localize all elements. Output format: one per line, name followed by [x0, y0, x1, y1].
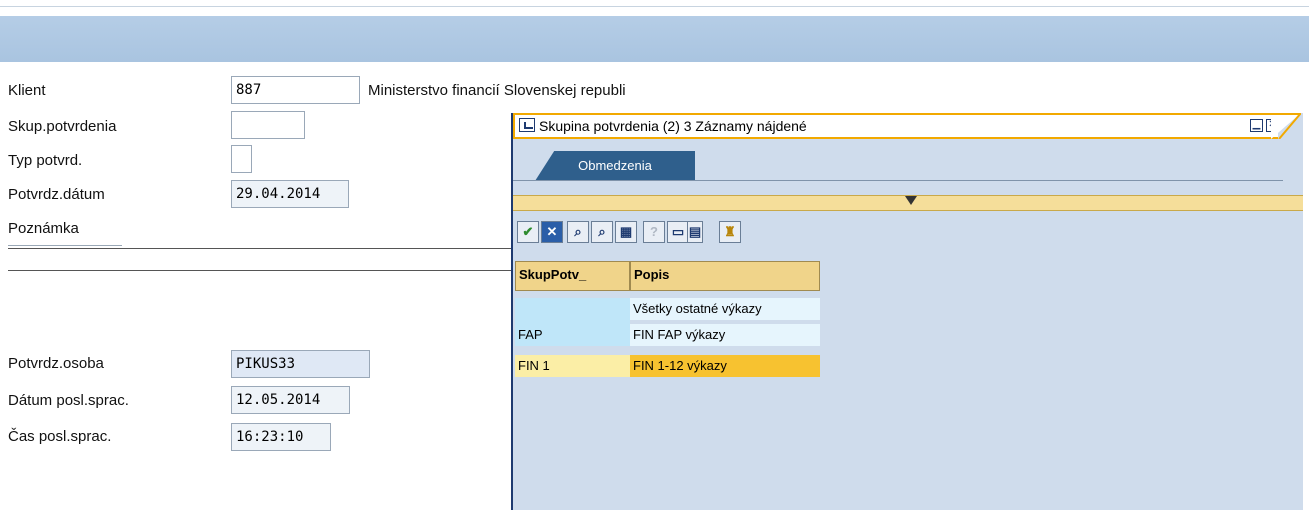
restrictions-toggle-bar[interactable]	[513, 195, 1303, 211]
top-border	[0, 0, 1309, 7]
dialog-title: Skupina potvrdenia (2) 3 Záznamy nájdené	[539, 118, 807, 134]
header-band	[0, 16, 1309, 62]
lastdate-label: Dátum posl.sprac.	[8, 392, 129, 409]
value-help-dialog: Skupina potvrdenia (2) 3 Záznamy nájdené…	[511, 113, 1303, 510]
type-label: Typ potvrd.	[8, 152, 83, 169]
help-icon: ?	[643, 221, 665, 243]
tab-obmedzenia[interactable]: Obmedzenia	[535, 151, 695, 181]
person-field: PIKUS33	[231, 350, 370, 378]
row-desc-selected[interactable]: FIN 1-12 výkazy	[630, 355, 820, 377]
lasttime-field: 16:23:10	[231, 423, 331, 451]
checkmark-icon[interactable]: ✔	[517, 221, 539, 243]
sort-icon[interactable]: ♜	[719, 221, 741, 243]
type-field[interactable]	[231, 145, 252, 173]
column-header-desc[interactable]: Popis	[630, 261, 820, 291]
tab-underline	[513, 180, 1283, 181]
client-field[interactable]: 887	[231, 76, 360, 104]
window-icon	[519, 118, 535, 132]
date-field[interactable]: 29.04.2014	[231, 180, 349, 208]
lasttime-label: Čas posl.sprac.	[8, 428, 112, 445]
row-desc[interactable]: Všetky ostatné výkazy	[630, 298, 820, 320]
lastdate-field: 12.05.2014	[231, 386, 350, 414]
group-field[interactable]	[231, 111, 305, 139]
insert-icon[interactable]: ▦	[615, 221, 637, 243]
minimize-icon[interactable]: ▁	[1250, 119, 1263, 132]
find-next-icon[interactable]: ⌕	[591, 221, 613, 243]
print-preview-icon[interactable]: ▤	[687, 221, 703, 243]
title-slant	[1271, 113, 1301, 139]
date-label: Potvrdz.dátum	[8, 186, 105, 203]
group-label: Skup.potvrdenia	[8, 118, 117, 135]
client-label: Klient	[8, 82, 46, 99]
cancel-icon[interactable]: ✕	[541, 221, 563, 243]
filter-triangle-icon	[905, 196, 917, 205]
find-icon[interactable]: ⌕	[567, 221, 589, 243]
note-label: Poznámka	[8, 220, 122, 246]
row-key-selected[interactable]: FIN 1	[515, 355, 630, 377]
person-label: Potvrdz.osoba	[8, 355, 104, 372]
client-name: Ministerstvo financií Slovenskej republi	[368, 82, 626, 99]
row-key[interactable]: FAP	[515, 324, 630, 346]
divider	[8, 270, 512, 271]
row-desc[interactable]: FIN FAP výkazy	[630, 324, 820, 346]
print-icon[interactable]: ▭	[667, 221, 689, 243]
column-header-key[interactable]: SkupPotv_	[515, 261, 630, 291]
dialog-titlebar[interactable]: Skupina potvrdenia (2) 3 Záznamy nájdené…	[513, 113, 1279, 139]
divider	[8, 248, 512, 249]
